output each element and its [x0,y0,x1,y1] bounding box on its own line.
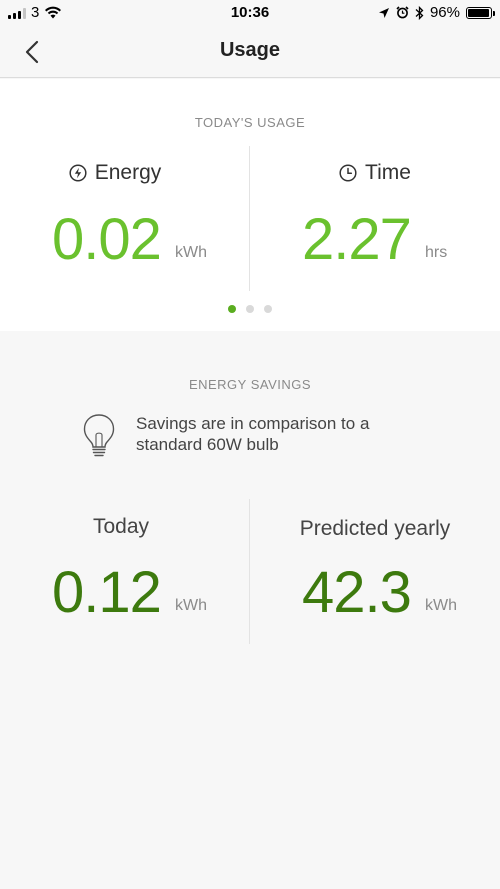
clock-icon [339,164,357,182]
time-label: Time [365,161,411,184]
time-stat: Time [250,161,500,185]
page-indicator[interactable] [0,305,500,313]
location-arrow-icon [378,7,389,18]
time-label-row: Time [250,161,500,185]
page-dot-3[interactable] [264,305,272,313]
time-unit: hrs [425,244,448,261]
energy-savings-section: ENERGY SAVINGS Savings are in comparison… [0,331,500,889]
alarm-icon [396,6,409,19]
energy-unit: kWh [175,244,207,261]
battery-icon [466,6,495,19]
page-title: Usage [219,39,281,61]
today-savings-value: 0.12 [52,560,162,625]
todays-usage-heading: TODAY'S USAGE [194,115,306,130]
today-savings-unit: kWh [175,597,207,614]
energy-stat: Energy [0,161,250,185]
savings-note-text: Savings are in comparison to a standard … [136,414,370,454]
energy-value: 0.02 [52,207,162,272]
page-dot-2[interactable] [246,305,254,313]
todays-usage-card[interactable]: TODAY'S USAGE Energy 0.02 kWh Time 2.27 … [0,79,500,331]
lightbulb-icon [83,414,115,457]
battery-percent: 96% [429,4,460,21]
lightning-icon [69,164,87,182]
yearly-savings-label: Predicted yearly [299,517,451,540]
energy-savings-heading: ENERGY SAVINGS [188,377,312,392]
yearly-savings-value: 42.3 [302,560,412,625]
yearly-savings-unit: kWh [425,597,457,614]
status-bar: 3 10:36 96% [0,0,500,26]
bluetooth-icon [415,5,424,20]
energy-label: Energy [94,161,162,184]
today-savings-label: Today [92,515,150,538]
navigation-bar: Usage [0,26,500,78]
energy-label-row: Energy [0,161,250,185]
time-value: 2.27 [302,207,412,272]
status-right: 96% [378,4,495,21]
savings-note: Savings are in comparison to a standard … [82,413,406,459]
page-dot-1[interactable] [228,305,236,313]
